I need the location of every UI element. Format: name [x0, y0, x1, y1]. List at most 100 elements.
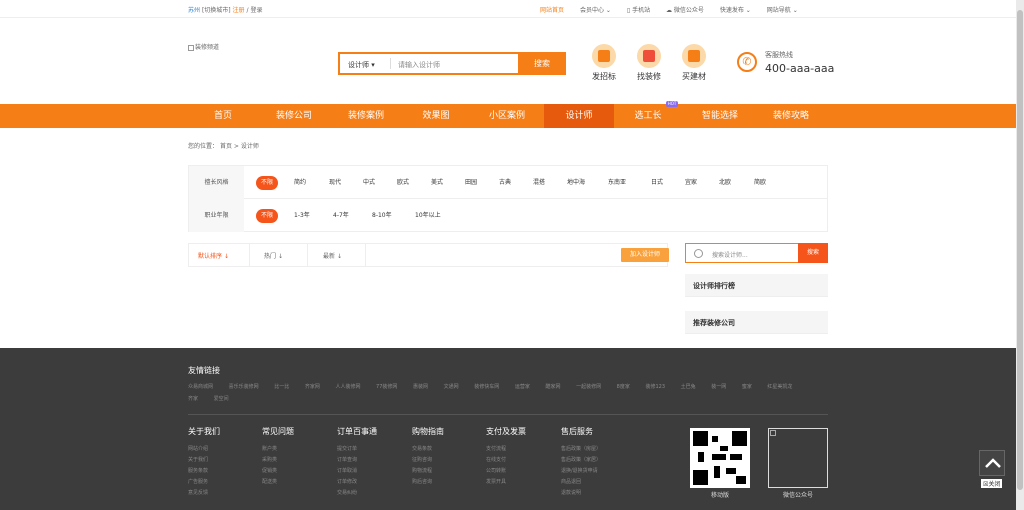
designer-search-input[interactable]: 搜索设计师...	[712, 250, 748, 259]
member-center-link[interactable]: 会员中心 ⌄	[580, 7, 611, 14]
style-option[interactable]: 简欧	[754, 176, 766, 190]
footer-link[interactable]: 促销类	[262, 466, 334, 477]
friend-link[interactable]: 装修123	[645, 381, 665, 393]
friend-link[interactable]: 喜乐乐装修网	[229, 381, 259, 393]
friend-link[interactable]: 77装修网	[376, 381, 397, 393]
nav-item-foreman[interactable]: 选工长	[614, 104, 682, 128]
years-option[interactable]: 1-3年	[294, 209, 310, 223]
style-option[interactable]: 现代	[329, 176, 341, 190]
footer-link[interactable]: 退款说明	[561, 488, 651, 499]
footer-link[interactable]: 意见反馈	[188, 488, 260, 499]
friend-link[interactable]: 惠装网	[413, 381, 428, 393]
footer-link[interactable]: 支付流程	[486, 444, 558, 455]
friend-link[interactable]: 装一网	[711, 381, 726, 393]
friend-link[interactable]: 众易商城网	[188, 381, 213, 393]
style-option[interactable]: 宜家	[685, 176, 697, 190]
footer-link[interactable]: 广告服务	[188, 477, 260, 488]
site-logo[interactable]: 装修频道	[188, 42, 219, 51]
friend-link[interactable]: 一起装修网	[576, 381, 601, 393]
style-option[interactable]: 日式	[651, 176, 663, 190]
friend-link[interactable]: 比一比	[274, 381, 289, 393]
mobile-site-link[interactable]: ▯ 手机站	[627, 7, 650, 14]
nav-item-community-cases[interactable]: 小区案例	[470, 104, 544, 128]
footer-link[interactable]: 订单查询	[337, 455, 409, 466]
nav-item-renderings[interactable]: 效果图	[402, 104, 470, 128]
friend-link[interactable]: 爱空间	[214, 393, 229, 405]
search-button[interactable]: 搜索	[518, 52, 566, 75]
footer-link[interactable]: 售后政策（房屋）	[561, 444, 651, 455]
quick-link-materials[interactable]: 买建材	[674, 44, 714, 82]
footer-link[interactable]: 售后政策（家居）	[561, 455, 651, 466]
footer-link[interactable]: 采购类	[262, 455, 334, 466]
style-option[interactable]: 混搭	[533, 176, 545, 190]
footer-link[interactable]: 公司转账	[486, 466, 558, 477]
nav-item-guides[interactable]: 装修攻略	[758, 104, 824, 128]
nav-item-home[interactable]: 首页	[188, 104, 258, 128]
footer-link[interactable]: 交易条款	[412, 444, 484, 455]
footer-link[interactable]: 交易纠纷	[337, 488, 409, 499]
footer-link[interactable]: 网站介绍	[188, 444, 260, 455]
search-type-select[interactable]: 设计师 ▾	[348, 60, 375, 70]
footer-link[interactable]: 服务条款	[188, 466, 260, 477]
breadcrumb-home[interactable]: 首页	[220, 143, 232, 150]
friend-link[interactable]: 蜜家	[742, 381, 752, 393]
friend-link[interactable]: 装修快车网	[474, 381, 499, 393]
style-option[interactable]: 东南亚	[608, 176, 626, 190]
friend-link[interactable]: 文通网	[444, 381, 459, 393]
site-home-link[interactable]: 网站首页	[540, 7, 564, 14]
years-option[interactable]: 4-7年	[333, 209, 349, 223]
nav-item-cases[interactable]: 装修案例	[330, 104, 402, 128]
footer-link[interactable]: 征购咨询	[412, 455, 484, 466]
style-option[interactable]: 美式	[431, 176, 443, 190]
style-option[interactable]: 不限	[256, 176, 279, 190]
site-nav-link[interactable]: 网站导航 ⌄	[767, 7, 798, 14]
designer-search-button[interactable]: 搜索	[798, 243, 828, 263]
friend-link[interactable]: 土巴兔	[681, 381, 696, 393]
city-name[interactable]: 苏州	[188, 7, 200, 14]
sort-default[interactable]: 默认排序 ↓	[198, 251, 229, 260]
footer-link[interactable]: 购物流程	[412, 466, 484, 477]
search-input[interactable]: 请输入设计师	[398, 60, 440, 70]
friend-link[interactable]: 酷家网	[545, 381, 560, 393]
login-link[interactable]: 登录	[250, 7, 262, 14]
footer-link[interactable]: 购后咨询	[412, 477, 484, 488]
register-link[interactable]: 注册	[233, 7, 245, 14]
style-option[interactable]: 中式	[363, 176, 375, 190]
friend-link[interactable]: 红星美凯龙	[767, 381, 792, 393]
footer-link[interactable]: 账户类	[262, 444, 334, 455]
friend-link[interactable]: 人人装修网	[335, 381, 360, 393]
nav-item-companies[interactable]: 装修公司	[258, 104, 330, 128]
style-option[interactable]: 欧式	[397, 176, 409, 190]
style-option[interactable]: 简约	[294, 176, 306, 190]
style-option[interactable]: 古典	[499, 176, 511, 190]
years-option[interactable]: 10年以上	[415, 209, 441, 223]
close-float-button[interactable]: ☒关闭	[981, 479, 1003, 488]
footer-link[interactable]: 在线支付	[486, 455, 558, 466]
nav-item-designers[interactable]: 设计师	[544, 104, 614, 128]
quick-publish-link[interactable]: 快速发布 ⌄	[720, 7, 751, 14]
years-option[interactable]: 不限	[256, 209, 279, 223]
join-designer-button[interactable]: 加入设计师	[621, 248, 669, 262]
friend-link[interactable]: 运营家	[515, 381, 530, 393]
footer-link[interactable]: 提交订单	[337, 444, 409, 455]
footer-link[interactable]: 商品退回	[561, 477, 651, 488]
footer-link[interactable]: 发票开具	[486, 477, 558, 488]
friend-link[interactable]: 8度家	[617, 381, 630, 393]
back-to-top-button[interactable]	[979, 450, 1005, 476]
quick-link-bid[interactable]: 发招标	[584, 44, 624, 82]
friend-link[interactable]: 齐家	[188, 393, 198, 405]
friend-link[interactable]: 齐家网	[305, 381, 320, 393]
nav-item-smart-select[interactable]: 智能选择	[682, 104, 758, 128]
footer-link[interactable]: 订单取消	[337, 466, 409, 477]
footer-link[interactable]: 退换/退换货申请	[561, 466, 651, 477]
footer-link[interactable]: 配送类	[262, 477, 334, 488]
scrollbar-thumb[interactable]	[1017, 10, 1023, 490]
switch-city-link[interactable]: [切换城市]	[202, 7, 231, 14]
quick-link-renovation[interactable]: 找装修	[629, 44, 669, 82]
vertical-scrollbar[interactable]	[1016, 0, 1024, 510]
style-option[interactable]: 地中海	[567, 176, 585, 190]
footer-link[interactable]: 关于我们	[188, 455, 260, 466]
style-option[interactable]: 北欧	[719, 176, 731, 190]
footer-link[interactable]: 订单修改	[337, 477, 409, 488]
years-option[interactable]: 8-10年	[372, 209, 392, 223]
